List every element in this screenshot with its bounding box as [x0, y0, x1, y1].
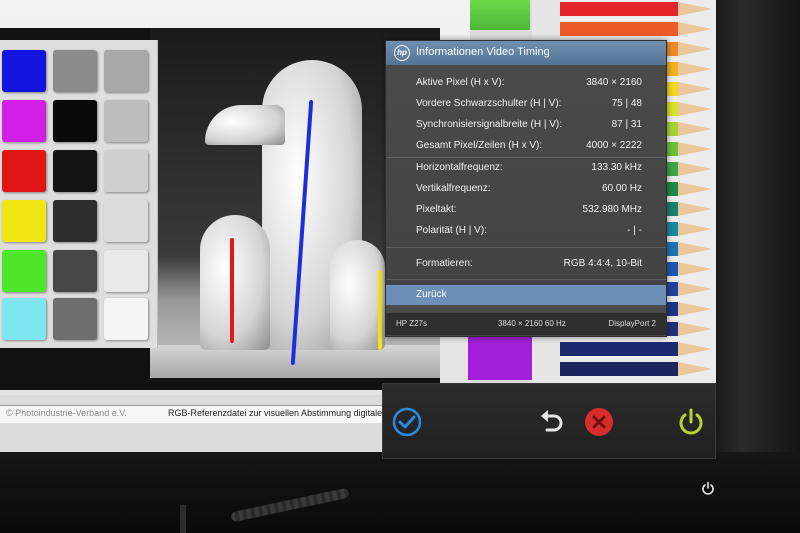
close-x-icon — [585, 408, 613, 436]
swatch-black-1 — [53, 100, 97, 142]
yellow-stripe — [378, 270, 382, 350]
info-label: Aktive Pixel (H x V): — [416, 77, 505, 88]
swatch-white — [104, 298, 148, 340]
color-swatch-panel — [0, 40, 158, 348]
purple-color-strip — [468, 332, 532, 380]
osd-header: hp Informationen Video Timing — [386, 41, 666, 65]
caption-copyright: © Photoindustrie-Verband e.V. — [6, 408, 127, 418]
vase-small-right — [330, 240, 385, 350]
ok-button[interactable] — [391, 406, 423, 438]
caption-title: RGB-Referenzdatei zur visuellen Abstimmu… — [168, 408, 399, 418]
info-label: Horizontalfrequenz: — [416, 162, 503, 173]
swatch-red — [2, 150, 46, 192]
info-label: Vordere Schwarzschulter (H | V): — [416, 98, 562, 109]
info-label: Pixeltakt: — [416, 204, 457, 215]
info-value: 3840 × 2160 — [586, 77, 642, 88]
hardware-power-button[interactable] — [700, 480, 716, 496]
power-icon — [679, 408, 703, 435]
ok-check-icon — [392, 407, 422, 437]
swatch-grey-3 — [104, 100, 148, 142]
swatch-grey-4 — [104, 150, 148, 192]
back-arrow-icon — [541, 410, 563, 432]
monitor-photo: © Photoindustrie-Verband e.V. RGB-Refere… — [0, 0, 800, 533]
back-menu-label: Zurück — [416, 289, 447, 300]
current-resolution: 3840 × 2160 60 Hz — [498, 319, 566, 328]
info-row-vfreq: Vertikalfrequenz: 60.00 Hz — [386, 179, 666, 199]
input-source: DisplayPort 2 — [608, 319, 656, 328]
osd-status-bar: HP Z27s 3840 × 2160 60 Hz DisplayPort 2 — [386, 313, 666, 335]
info-row-format: Formatieren: RGB 4:4:4, 10-Bit — [386, 254, 666, 274]
swatch-dark-grey-2 — [53, 250, 97, 292]
vase-small-left — [200, 215, 270, 350]
swatch-grey-6 — [104, 250, 148, 292]
divider — [386, 279, 666, 280]
power-button[interactable] — [675, 406, 707, 438]
info-value: 75 | 48 — [611, 98, 642, 109]
info-row-sync-width: Synchronisiersignalbreite (H | V): 87 | … — [386, 115, 666, 135]
close-button[interactable] — [583, 406, 615, 438]
info-value: 532.980 MHz — [582, 204, 642, 215]
power-led-icon — [702, 481, 714, 495]
osd-title: Informationen Video Timing — [416, 46, 550, 58]
swatch-blue — [2, 50, 46, 92]
info-label: Formatieren: — [416, 258, 473, 269]
swatch-black-2 — [53, 150, 97, 192]
info-value: 60.00 Hz — [601, 183, 642, 194]
info-value: RGB 4:4:4, 10-Bit — [563, 258, 642, 269]
green-color-strip — [470, 0, 530, 30]
osd-button-bar — [382, 383, 716, 459]
info-row-front-porch: Vordere Schwarzschulter (H | V): 75 | 48 — [386, 94, 666, 114]
info-value: - | - — [627, 225, 642, 236]
swatch-dark-grey-1 — [53, 200, 97, 242]
info-row-pixel-clock: Pixeltakt: 532.980 MHz — [386, 200, 666, 220]
swatch-cyan — [2, 298, 46, 340]
info-label: Vertikalfrequenz: — [416, 183, 491, 194]
swatch-grey-2 — [104, 50, 148, 92]
info-label: Gesamt Pixel/Zeilen (H x V): — [416, 140, 543, 151]
model-name: HP Z27s — [396, 319, 427, 328]
swatch-grey-5 — [104, 200, 148, 242]
info-value: 4000 × 2222 — [586, 140, 642, 151]
divider — [386, 247, 666, 248]
swatch-yellow — [2, 200, 46, 242]
osd-info-list: Aktive Pixel (H x V): 3840 × 2160 Vorder… — [386, 65, 666, 285]
info-row-hfreq: Horizontalfrequenz: 133.30 kHz — [386, 158, 666, 178]
monitor-bezel-bottom — [0, 452, 800, 533]
info-value: 87 | 31 — [611, 119, 642, 130]
info-label: Polarität (H | V): — [416, 225, 487, 236]
info-row-polarity: Polarität (H | V): - | - — [386, 221, 666, 241]
info-row-total-pixels: Gesamt Pixel/Zeilen (H x V): 4000 × 2222 — [386, 136, 666, 156]
swatch-magenta — [2, 100, 46, 142]
hp-logo-icon: hp — [394, 45, 410, 61]
red-stripe — [230, 238, 234, 343]
back-menu-item[interactable]: Zurück — [386, 285, 666, 305]
back-button[interactable] — [535, 406, 567, 438]
info-label: Synchronisiersignalbreite (H | V): — [416, 119, 562, 130]
swatch-mid-grey — [53, 298, 97, 340]
monitor-stand — [180, 505, 186, 533]
osd-info-panel: hp Informationen Video Timing Aktive Pix… — [385, 40, 667, 337]
swatch-green — [2, 250, 46, 292]
info-value: 133.30 kHz — [591, 162, 642, 173]
info-row-active-pixels: Aktive Pixel (H x V): 3840 × 2160 — [386, 73, 666, 93]
swatch-grey-1 — [53, 50, 97, 92]
